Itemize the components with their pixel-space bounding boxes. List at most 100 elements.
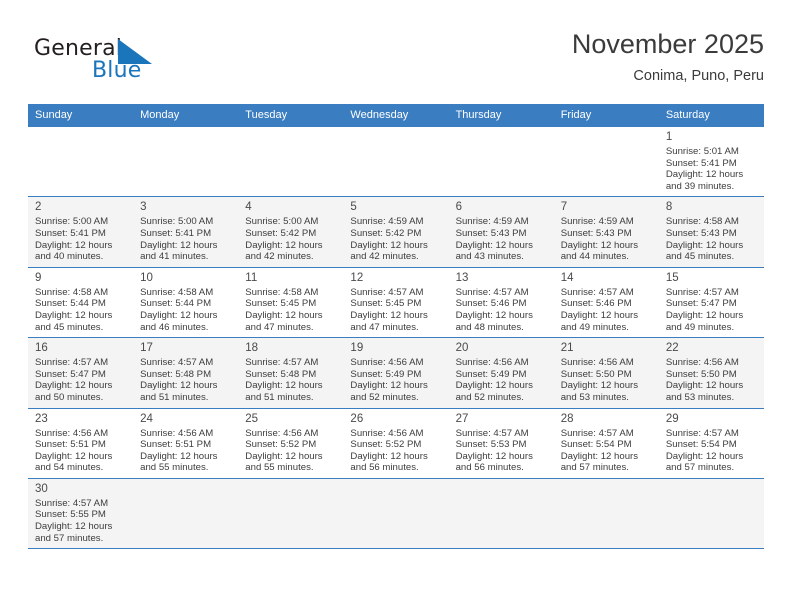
- calendar-day-cell[interactable]: 26 Sunrise: 4:56 AM Sunset: 5:52 PM Dayli…: [343, 407, 449, 479]
- calendar-day-cell[interactable]: 11 Sunrise: 4:58 AM Sunset: 5:45 PM Dayli…: [238, 266, 344, 338]
- day-number: 17: [140, 342, 153, 355]
- sun-times-calendar: Sunday Monday Tuesday Wednesday Thursday Frid…: [28, 104, 764, 550]
- day-number: 24: [140, 412, 153, 425]
- weekday-header-tuesday: Tuesday: [238, 104, 344, 127]
- day-number: 21: [560, 342, 574, 355]
- day-cell-content: 16 Sunrise: 4:57 AM Sunset: 5:47 PM Dayli…: [28, 338, 133, 407]
- sun-times-detail: Sunrise: 4:56 AM Sunset: 5:49 PM Dayligh…: [350, 357, 428, 403]
- calendar-day-cell[interactable]: 25 Sunrise: 4:56 AM Sunset: 5:52 PM Dayli…: [238, 407, 344, 479]
- day-cell-content: 4 Sunrise: 5:00 AM Sunset: 5:42 PM Daylig…: [238, 197, 343, 266]
- title-block: November 2025 Conima, Puno, Peru: [572, 28, 764, 86]
- sun-times-detail: Sunrise: 4:57 AM Sunset: 5:47 PM Dayligh…: [35, 357, 113, 403]
- day-cell-content: 21 Sunrise: 4:56 AM Sunset: 5:50 PM Dayli…: [554, 338, 659, 407]
- day-cell-content: 26 Sunrise: 4:56 AM Sunset: 5:52 PM Dayli…: [343, 409, 448, 478]
- calendar-day-cell[interactable]: 7 Sunrise: 4:59 AM Sunset: 5:43 PM Daylig…: [553, 196, 659, 268]
- day-number: 7: [560, 201, 568, 214]
- day-cell-content: 8 Sunrise: 4:58 AM Sunset: 5:43 PM Daylig…: [659, 197, 764, 266]
- sun-times-detail: Sunrise: 4:57 AM Sunset: 5:45 PM Dayligh…: [350, 286, 428, 333]
- calendar-day-cell[interactable]: 16 Sunrise: 4:57 AM Sunset: 5:47 PM Dayli…: [28, 337, 134, 408]
- day-number: 1: [665, 131, 673, 143]
- calendar-day-cell[interactable]: 4 Sunrise: 5:00 AM Sunset: 5:42 PM Daylig…: [238, 196, 344, 268]
- calendar-empty-cell: [658, 477, 764, 550]
- calendar-day-cell[interactable]: 2 Sunrise: 5:00 AM Sunset: 5:41 PM Daylig…: [28, 196, 134, 268]
- calendar-day-cell[interactable]: 15 Sunrise: 4:57 AM Sunset: 5:47 PM Dayli…: [658, 266, 764, 338]
- calendar-day-cell[interactable]: 8 Sunrise: 4:58 AM Sunset: 5:43 PM Daylig…: [658, 196, 764, 268]
- sun-times-detail: Sunrise: 4:59 AM Sunset: 5:43 PM Dayligh…: [455, 216, 533, 263]
- sun-times-detail: Sunrise: 4:57 AM Sunset: 5:48 PM Dayligh…: [140, 357, 218, 403]
- day-cell-content: 6 Sunrise: 4:59 AM Sunset: 5:43 PM Daylig…: [449, 197, 554, 266]
- brand-name-blue: Blue: [92, 58, 142, 83]
- calendar-week-row: 1 Sunrise: 5:01 AM Sunset: 5:41 PM Daylig…: [28, 125, 764, 197]
- day-cell-content: 1 Sunrise: 5:01 AM Sunset: 5:41 PM Daylig…: [659, 127, 764, 196]
- day-cell-content: 5 Sunrise: 4:59 AM Sunset: 5:42 PM Daylig…: [343, 197, 448, 266]
- calendar-day-cell[interactable]: 22 Sunrise: 4:56 AM Sunset: 5:50 PM Dayli…: [658, 337, 764, 408]
- day-number: 19: [350, 342, 364, 355]
- weekday-header-monday: Monday: [133, 104, 239, 127]
- day-number: 16: [35, 342, 48, 355]
- weekday-header-row: Sunday Monday Tuesday Wednesday Thursday Frid…: [28, 104, 764, 127]
- calendar-day-cell[interactable]: 29 Sunrise: 4:57 AM Sunset: 5:54 PM Dayli…: [658, 407, 764, 479]
- calendar-day-cell[interactable]: 17 Sunrise: 4:57 AM Sunset: 5:48 PM Dayli…: [133, 337, 239, 408]
- calendar-day-cell[interactable]: 6 Sunrise: 4:59 AM Sunset: 5:43 PM Daylig…: [448, 196, 554, 268]
- calendar-day-cell[interactable]: 21 Sunrise: 4:56 AM Sunset: 5:50 PM Dayli…: [553, 337, 659, 408]
- day-cell-content: 2 Sunrise: 5:00 AM Sunset: 5:41 PM Daylig…: [28, 197, 133, 266]
- calendar-week-row: 23 Sunrise: 4:56 AM Sunset: 5:51 PM Dayli…: [28, 407, 764, 479]
- sun-times-detail: Sunrise: 4:57 AM Sunset: 5:54 PM Dayligh…: [665, 427, 744, 474]
- sun-times-detail: Sunrise: 4:56 AM Sunset: 5:49 PM Dayligh…: [455, 357, 533, 403]
- calendar-empty-cell: [553, 477, 659, 550]
- sun-times-detail: Sunrise: 5:00 AM Sunset: 5:41 PM Dayligh…: [140, 216, 218, 263]
- calendar-day-cell[interactable]: 9 Sunrise: 4:58 AM Sunset: 5:44 PM Daylig…: [28, 266, 134, 338]
- day-number: 25: [245, 412, 259, 425]
- calendar-day-cell[interactable]: 5 Sunrise: 4:59 AM Sunset: 5:42 PM Daylig…: [343, 196, 449, 268]
- calendar-day-cell[interactable]: 19 Sunrise: 4:56 AM Sunset: 5:49 PM Dayli…: [343, 337, 449, 408]
- day-cell-content: 10 Sunrise: 4:58 AM Sunset: 5:44 PM Dayli…: [133, 268, 238, 337]
- sun-times-detail: Sunrise: 4:57 AM Sunset: 5:46 PM Dayligh…: [560, 286, 639, 333]
- sun-times-detail: Sunrise: 4:57 AM Sunset: 5:46 PM Dayligh…: [455, 286, 533, 333]
- day-cell-content: 30 Sunrise: 4:57 AM Sunset: 5:55 PM Dayli…: [28, 479, 133, 548]
- day-number: 2: [35, 201, 42, 214]
- sun-times-detail: Sunrise: 4:56 AM Sunset: 5:51 PM Dayligh…: [35, 427, 113, 474]
- day-cell-content: 3 Sunrise: 5:00 AM Sunset: 5:41 PM Daylig…: [133, 197, 238, 266]
- calendar-day-cell[interactable]: 28 Sunrise: 4:57 AM Sunset: 5:54 PM Dayli…: [553, 407, 659, 479]
- calendar-empty-cell: [343, 477, 449, 550]
- sun-times-detail: Sunrise: 5:00 AM Sunset: 5:42 PM Dayligh…: [245, 216, 323, 263]
- weekday-header-wednesday: Wednesday: [343, 104, 449, 127]
- sun-times-detail: Sunrise: 4:57 AM Sunset: 5:47 PM Dayligh…: [665, 286, 744, 333]
- calendar-day-cell[interactable]: 1 Sunrise: 5:01 AM Sunset: 5:41 PM Daylig…: [658, 125, 764, 197]
- calendar-empty-cell: [448, 477, 554, 550]
- day-cell-content: 13 Sunrise: 4:57 AM Sunset: 5:46 PM Dayli…: [449, 268, 554, 337]
- calendar-body: 1 Sunrise: 5:01 AM Sunset: 5:41 PM Daylig…: [28, 125, 764, 550]
- calendar-day-cell[interactable]: 3 Sunrise: 5:00 AM Sunset: 5:41 PM Daylig…: [133, 196, 239, 268]
- day-number: 27: [455, 412, 469, 425]
- calendar-empty-cell: [133, 477, 239, 550]
- calendar-day-cell[interactable]: 12 Sunrise: 4:57 AM Sunset: 5:45 PM Dayli…: [343, 266, 449, 338]
- brand-logo[interactable]: General Blue: [34, 36, 214, 96]
- day-number: 11: [245, 271, 258, 284]
- calendar-day-cell[interactable]: 27 Sunrise: 4:57 AM Sunset: 5:53 PM Dayli…: [448, 407, 554, 479]
- calendar-page: General Blue November 2025 Conima, Puno,…: [0, 0, 792, 612]
- calendar-day-cell[interactable]: 23 Sunrise: 4:56 AM Sunset: 5:51 PM Dayli…: [28, 407, 134, 479]
- calendar-day-cell[interactable]: 20 Sunrise: 4:56 AM Sunset: 5:49 PM Dayli…: [448, 337, 554, 408]
- calendar-day-cell[interactable]: 14 Sunrise: 4:57 AM Sunset: 5:46 PM Dayli…: [553, 266, 659, 338]
- page-title: November 2025: [571, 29, 764, 59]
- sun-times-detail: Sunrise: 4:59 AM Sunset: 5:42 PM Dayligh…: [350, 216, 428, 263]
- calendar-day-cell[interactable]: 13 Sunrise: 4:57 AM Sunset: 5:46 PM Dayli…: [448, 266, 554, 338]
- calendar-week-row: 2 Sunrise: 5:00 AM Sunset: 5:41 PM Daylig…: [28, 196, 764, 268]
- day-cell-content: 17 Sunrise: 4:57 AM Sunset: 5:48 PM Dayli…: [133, 338, 238, 407]
- weekday-header-sunday: Sunday: [28, 104, 134, 127]
- calendar-day-cell[interactable]: 30 Sunrise: 4:57 AM Sunset: 5:55 PM Dayli…: [28, 477, 134, 550]
- calendar-day-cell[interactable]: 10 Sunrise: 4:58 AM Sunset: 5:44 PM Dayli…: [133, 266, 239, 338]
- day-number: 6: [455, 201, 462, 214]
- day-cell-content: 15 Sunrise: 4:57 AM Sunset: 5:47 PM Dayli…: [659, 268, 764, 337]
- calendar-day-cell[interactable]: 24 Sunrise: 4:56 AM Sunset: 5:51 PM Dayli…: [133, 407, 239, 479]
- calendar-header-row: Sunday Monday Tuesday Wednesday Thursday Frid…: [28, 104, 764, 127]
- sun-times-detail: Sunrise: 4:57 AM Sunset: 5:55 PM Dayligh…: [35, 497, 113, 544]
- day-cell-content: 11 Sunrise: 4:58 AM Sunset: 5:45 PM Dayli…: [238, 268, 343, 337]
- calendar-empty-cell: [133, 125, 239, 197]
- calendar-day-cell[interactable]: 18 Sunrise: 4:57 AM Sunset: 5:48 PM Dayli…: [238, 337, 344, 408]
- day-cell-content: 9 Sunrise: 4:58 AM Sunset: 5:44 PM Daylig…: [28, 268, 133, 337]
- day-number: 13: [455, 271, 469, 284]
- day-number: 12: [350, 271, 364, 284]
- day-number: 26: [350, 412, 364, 425]
- calendar-week-row: 16 Sunrise: 4:57 AM Sunset: 5:47 PM Dayli…: [28, 337, 764, 408]
